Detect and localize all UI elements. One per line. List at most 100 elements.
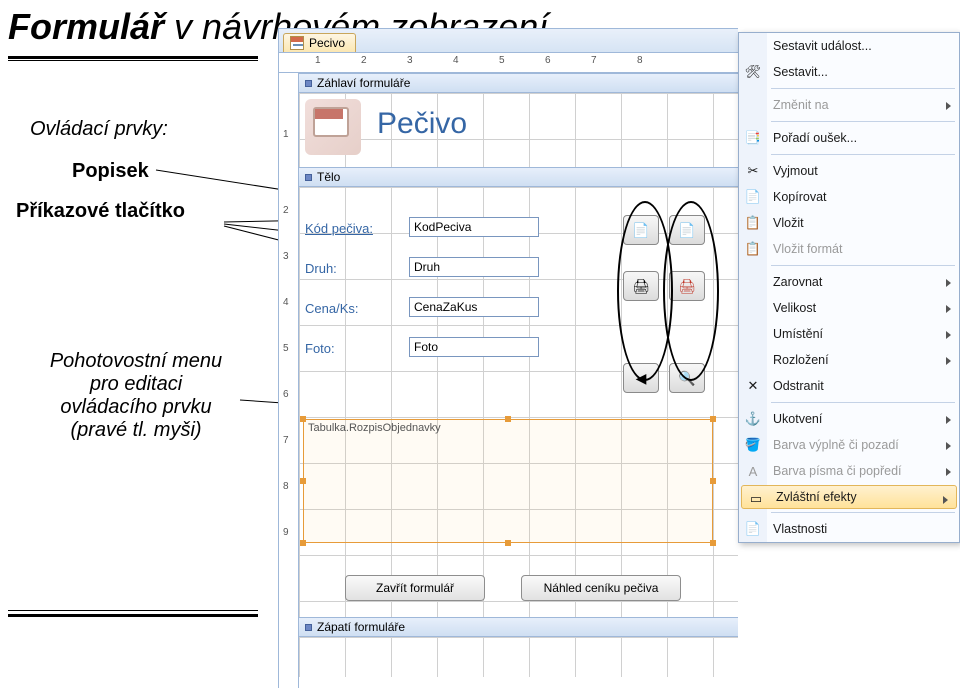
close-form-button[interactable]: Zavřít formulář (345, 575, 485, 601)
ruler-tick: 7 (591, 55, 597, 66)
ruler-tick: 2 (283, 205, 289, 216)
footer-rule-top (8, 610, 258, 611)
command-button[interactable]: ◀ (623, 363, 659, 393)
menu-item-icon: 🪣 (744, 436, 762, 454)
section-body-area[interactable]: Kód pečiva: KodPeciva Druh: Druh Cena/Ks… (299, 187, 738, 617)
title-rule-top (8, 56, 258, 59)
ruler-tick: 8 (283, 481, 289, 492)
field-label[interactable]: Foto: (305, 341, 335, 356)
title-bold: Formulář (8, 6, 164, 47)
ruler-tick: 9 (283, 527, 289, 538)
menu-item-icon: ✕ (744, 377, 762, 395)
menu-item-label: Vložit formát (773, 242, 842, 256)
section-footer-label: Zápatí formuláře (317, 620, 405, 634)
command-button[interactable]: 📄 (623, 215, 659, 245)
preview-button[interactable]: Náhled ceníku pečiva (521, 575, 681, 601)
ruler-tick: 6 (283, 389, 289, 400)
menu-item-icon: 🛠 (744, 63, 762, 81)
text-field[interactable]: KodPeciva (409, 217, 539, 237)
menu-item-icon: 📋 (744, 214, 762, 232)
menu-item[interactable]: Umístění (739, 321, 959, 347)
menu-item[interactable]: Velikost (739, 295, 959, 321)
menu-item[interactable]: Rozložení (739, 347, 959, 373)
menu-item-label: Kopírovat (773, 190, 827, 204)
subform-source: Tabulka.RozpisObjednavky (308, 422, 441, 434)
field-label[interactable]: Druh: (305, 261, 337, 276)
section-body-label: Tělo (317, 170, 340, 184)
menu-item[interactable]: Sestavit událost... (739, 33, 959, 59)
section-bar-body[interactable]: Tělo (299, 167, 738, 187)
menu-item: 📋 Vložit formát (739, 236, 959, 262)
menu-item-label: Pořadí oušek... (773, 131, 857, 145)
section-header-label: Záhlaví formuláře (317, 76, 410, 90)
menu-item: 🪣Barva výplně či pozadí (739, 432, 959, 458)
text-field[interactable]: Druh (409, 257, 539, 277)
section-bar-header[interactable]: Záhlaví formuláře (299, 73, 738, 93)
menu-item[interactable]: ✕ Odstranit (739, 373, 959, 399)
menu-separator (771, 88, 955, 89)
text-field[interactable]: CenaZaKus (409, 297, 539, 317)
menu-item-label: Odstranit (773, 379, 824, 393)
context-menu: Sestavit událost... 🛠Sestavit... Změnit na… (738, 32, 960, 543)
menu-item-icon: 📑 (744, 129, 762, 147)
menu-item: ABarva písma či popředí (739, 458, 959, 484)
ruler-tick: 5 (283, 343, 289, 354)
command-button[interactable]: 🖨 (669, 271, 705, 301)
annotation-context-menu: Pohotovostní menu pro editaci ovládacího… (16, 350, 256, 442)
command-button[interactable]: 🖨 (623, 271, 659, 301)
ruler-tick: 3 (283, 251, 289, 262)
command-button[interactable]: 📄 (669, 215, 705, 245)
ruler-tick: 4 (453, 55, 459, 66)
menu-item-label: Sestavit událost... (773, 39, 872, 53)
menu-separator (771, 265, 955, 266)
command-button[interactable]: 🔍 (669, 363, 705, 393)
menu-item-icon: 📄 (744, 520, 762, 538)
menu-item-icon: 📋 (744, 240, 762, 258)
annotation-command-button: Příkazové tlačítko (16, 200, 185, 223)
menu-item-label: Ukotvení (773, 412, 822, 426)
menu-item[interactable]: 🛠Sestavit... (739, 59, 959, 85)
section-header-body[interactable]: Pečivo (299, 93, 738, 167)
section-bar-footer[interactable]: Zápatí formuláře (299, 617, 738, 637)
menu-item[interactable]: 📑 Pořadí oušek... (739, 125, 959, 151)
menu-item-icon: ✂ (744, 162, 762, 180)
menu-item[interactable]: ✂ Vyjmout (739, 158, 959, 184)
menu-item-icon: 📄 (744, 188, 762, 206)
menu-item[interactable]: 📄 Kopírovat (739, 184, 959, 210)
text-field[interactable]: Foto (409, 337, 539, 357)
section-footer-body[interactable] (299, 637, 738, 677)
menu-item[interactable]: 📋 Vložit (739, 210, 959, 236)
form-icon (290, 36, 304, 50)
ruler-tick: 6 (545, 55, 551, 66)
menu-item-label: Rozložení (773, 353, 829, 367)
menu-item-label: Vložit (773, 216, 804, 230)
section-handle-icon (305, 174, 312, 181)
subform-control[interactable]: Tabulka.RozpisObjednavky (303, 419, 713, 543)
vertical-ruler: 1 2 3 4 5 6 7 8 9 (279, 73, 299, 688)
menu-item-label: Vyjmout (773, 164, 818, 178)
footer-rule-bottom (8, 614, 258, 617)
menu-separator (771, 154, 955, 155)
form-title[interactable]: Pečivo (377, 107, 467, 141)
field-label[interactable]: Kód pečiva: (305, 221, 373, 236)
tab-pecivo[interactable]: Pecivo (283, 33, 356, 52)
menu-item-label: Zvláštní efekty (776, 490, 857, 504)
menu-item[interactable]: ⚓ Ukotvení (739, 406, 959, 432)
field-label[interactable]: Cena/Ks: (305, 301, 358, 316)
menu-item-label: Vlastnosti (773, 522, 827, 536)
ruler-tick: 2 (361, 55, 367, 66)
menu-item-icon: ⚓ (744, 410, 762, 428)
menu-item[interactable]: ▭ Zvláštní efekty (741, 485, 957, 509)
menu-item[interactable]: Zarovnat (739, 269, 959, 295)
ruler-tick: 1 (315, 55, 321, 66)
design-canvas[interactable]: Záhlaví formuláře Pečivo Tělo Kód pečiva… (299, 73, 738, 688)
menu-item-label: Změnit na (773, 98, 829, 112)
menu-item-label: Barva písma či popředí (773, 464, 902, 478)
menu-item-icon: ▭ (747, 490, 765, 508)
menu-item[interactable]: 📄 Vlastnosti (739, 516, 959, 542)
form-designer: Pecivo 1 2 3 4 5 6 7 8 1 2 3 4 5 6 7 8 9… (278, 28, 738, 688)
menu-separator (771, 402, 955, 403)
ruler-tick: 7 (283, 435, 289, 446)
title-rule-bottom (8, 60, 258, 61)
form-logo-icon[interactable] (305, 99, 361, 155)
